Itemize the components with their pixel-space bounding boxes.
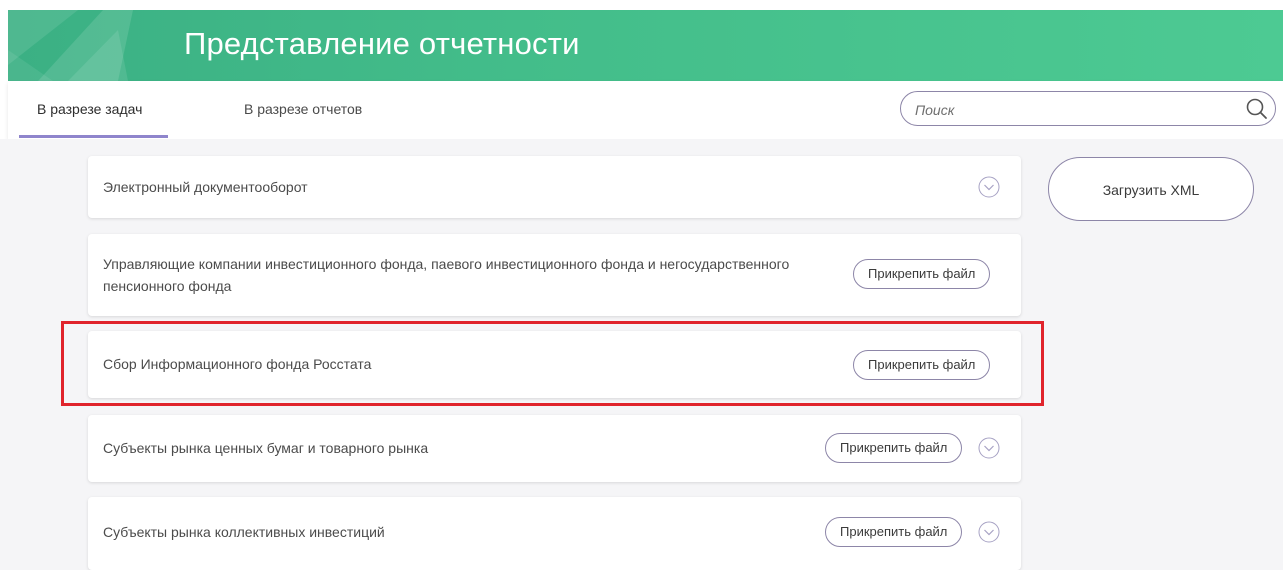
card-title: Субъекты рынка коллективных инвестиций bbox=[103, 524, 385, 540]
card-securities-market[interactable]: Субъекты рынка ценных бумаг и товарного … bbox=[88, 415, 1021, 482]
card-title: Сбор Информационного фонда Росстата bbox=[103, 356, 372, 372]
card-management-companies[interactable]: Управляющие компании инвестиционного фон… bbox=[88, 234, 1021, 316]
search-box bbox=[900, 91, 1276, 126]
active-tab-indicator bbox=[19, 135, 168, 138]
header-banner: Представление отчетности bbox=[8, 10, 1283, 81]
card-electronic-docflow[interactable]: Электронный документооборот bbox=[88, 156, 1021, 218]
chevron-down-icon[interactable] bbox=[978, 437, 1000, 459]
tab-by-reports[interactable]: В разрезе отчетов bbox=[244, 101, 362, 117]
attach-file-button[interactable]: Прикрепить файл bbox=[825, 517, 963, 547]
card-title: Субъекты рынка ценных бумаг и товарного … bbox=[103, 440, 429, 456]
card-title: Электронный документооборот bbox=[103, 179, 308, 195]
chevron-down-icon[interactable] bbox=[978, 176, 1000, 198]
search-icon[interactable] bbox=[1245, 97, 1269, 121]
chevron-down-icon[interactable] bbox=[978, 521, 1000, 543]
page-title: Представление отчетности bbox=[184, 26, 580, 61]
banner-decoration bbox=[8, 10, 133, 81]
card-rosstat-info-fund[interactable]: Сбор Информационного фонда Росстата Прик… bbox=[88, 331, 1021, 398]
card-title: Управляющие компании инвестиционного фон… bbox=[103, 256, 790, 294]
card-collective-investments[interactable]: Субъекты рынка коллективных инвестиций П… bbox=[88, 497, 1021, 570]
upload-xml-button[interactable]: Загрузить XML bbox=[1048, 157, 1254, 221]
search-input[interactable] bbox=[913, 98, 1237, 122]
attach-file-button[interactable]: Прикрепить файл bbox=[825, 433, 963, 463]
tabs-bar: В разрезе задач В разрезе отчетов bbox=[8, 81, 1283, 139]
tab-by-tasks[interactable]: В разрезе задач bbox=[37, 101, 142, 117]
page: Представление отчетности В разрезе задач… bbox=[0, 0, 1283, 570]
attach-file-button[interactable]: Прикрепить файл bbox=[853, 350, 991, 380]
content-area: Электронный документооборот Управляющие … bbox=[0, 139, 1283, 570]
attach-file-button[interactable]: Прикрепить файл bbox=[853, 259, 991, 289]
